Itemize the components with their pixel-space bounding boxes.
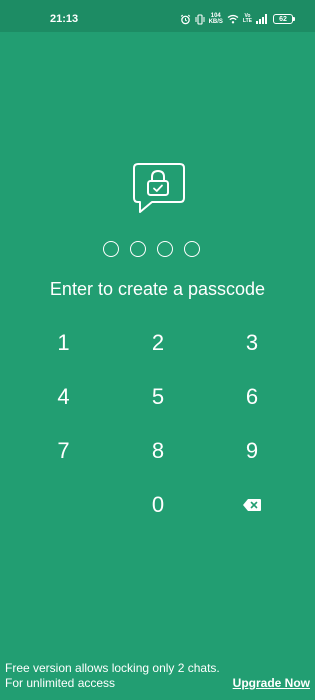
footer-limit-text: Free version allows locking only 2 chats… (5, 661, 220, 675)
key-1[interactable]: 1 (16, 316, 111, 370)
status-bar: 21:13 104 KB/S Vo LTE 62 (0, 0, 315, 32)
upgrade-now-link[interactable]: Upgrade Now (233, 676, 310, 691)
pin-dot-2 (130, 241, 146, 257)
chat-lock-icon (130, 162, 186, 214)
battery-level: 62 (279, 15, 287, 23)
lock-setup-screen: 21:13 104 KB/S Vo LTE 62 Enter to create… (0, 0, 315, 700)
key-7[interactable]: 7 (16, 424, 111, 478)
key-5[interactable]: 5 (111, 370, 205, 424)
key-8[interactable]: 8 (111, 424, 205, 478)
vibrate-icon (195, 13, 205, 25)
pin-dot-4 (184, 241, 200, 257)
alarm-icon (180, 14, 191, 25)
key-6[interactable]: 6 (205, 370, 299, 424)
pin-dot-1 (103, 241, 119, 257)
backspace-icon (242, 492, 262, 518)
network-speed-unit: KB/S (208, 19, 223, 25)
footer-unlimited-text: For unlimited access (5, 676, 116, 690)
network-speed: 104 KB/S (209, 13, 223, 25)
signal-icon (256, 14, 269, 24)
battery-icon: 62 (273, 14, 295, 24)
numeric-keypad: 1 2 3 4 5 6 7 8 9 0 (16, 316, 299, 532)
backspace-button[interactable] (205, 478, 299, 532)
pin-dot-3 (157, 241, 173, 257)
network-type-label: Vo LTE (243, 14, 252, 24)
wifi-icon (227, 14, 239, 24)
key-3[interactable]: 3 (205, 316, 299, 370)
footer-upgrade-row: For unlimited access Upgrade Now (5, 676, 310, 691)
pin-dots (103, 241, 200, 257)
key-9[interactable]: 9 (205, 424, 299, 478)
key-2[interactable]: 2 (111, 316, 205, 370)
key-empty (16, 478, 111, 532)
key-4[interactable]: 4 (16, 370, 111, 424)
passcode-prompt: Enter to create a passcode (49, 279, 266, 299)
status-time: 21:13 (50, 13, 79, 25)
free-version-footer: Free version allows locking only 2 chats… (5, 661, 310, 691)
network-type-bottom: LTE (242, 18, 252, 24)
key-0[interactable]: 0 (111, 478, 205, 532)
status-icons: 104 KB/S Vo LTE 62 (180, 11, 295, 27)
